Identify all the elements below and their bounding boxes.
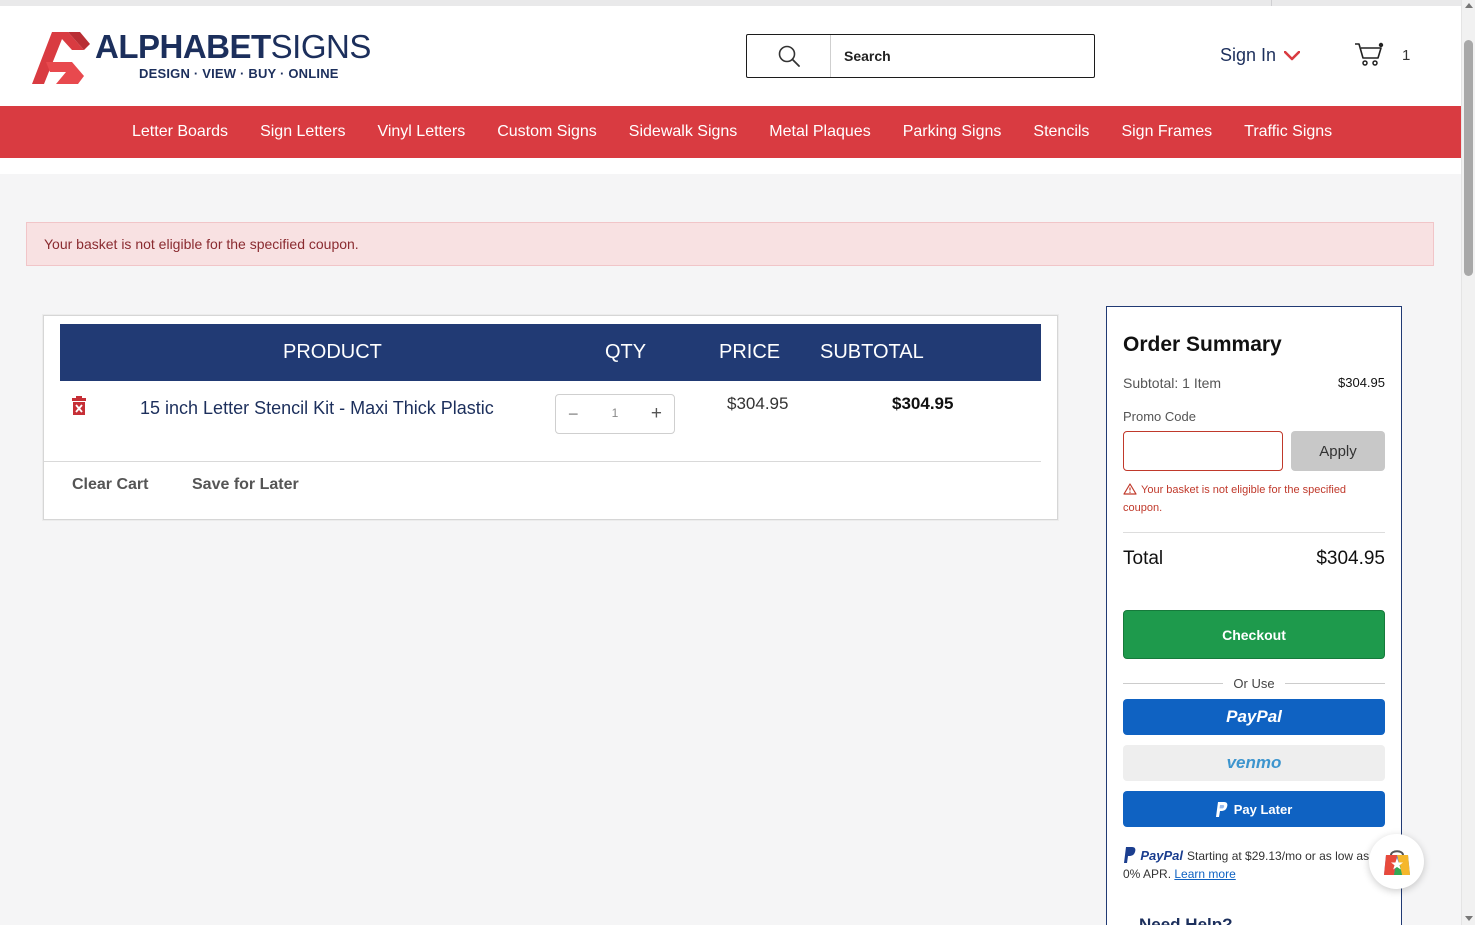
total-value: $304.95 — [1316, 548, 1385, 569]
paypal-monogram-icon — [1124, 847, 1136, 863]
scroll-down-arrow-icon[interactable] — [1465, 916, 1473, 921]
search-input[interactable] — [832, 35, 1094, 77]
cart-count: 1 — [1402, 46, 1411, 64]
need-help-heading: Need Help? — [1139, 915, 1233, 925]
shopping-bag-star-icon — [1383, 849, 1410, 875]
paypal-financing-message: PayPal Starting at $29.13/mo or as low as… — [1123, 847, 1370, 881]
subtotal-value: $304.95 — [1338, 375, 1385, 390]
shopping-cart-icon — [1355, 42, 1384, 66]
cart-table-header: PRODUCT QTY PRICE SUBTOTAL — [60, 324, 1041, 381]
search-icon — [778, 45, 800, 67]
logo-mark-icon — [32, 32, 90, 84]
page-scrollbar[interactable] — [1461, 0, 1475, 925]
remove-item-button[interactable] — [71, 396, 87, 421]
apply-promo-button[interactable]: Apply — [1291, 431, 1385, 471]
paypal-logo-icon — [1215, 801, 1228, 817]
sign-in-label: Sign In — [1220, 45, 1277, 65]
order-summary-title: Order Summary — [1123, 333, 1282, 356]
coupon-error-alert: Your basket is not eligible for the spec… — [26, 222, 1434, 266]
trash-icon — [72, 396, 86, 415]
save-for-later-button[interactable]: Save for Later — [192, 476, 299, 494]
scroll-up-arrow-icon[interactable] — [1465, 3, 1473, 8]
chevron-down-icon — [1284, 50, 1301, 60]
nav-item-sidewalk-signs[interactable]: Sidewalk Signs — [613, 123, 754, 141]
quantity-stepper: − 1 + — [555, 394, 675, 434]
site-header: ALPHABETSIGNS DESIGN · VIEW · BUY · ONLI… — [0, 6, 1461, 106]
learn-more-link[interactable]: Learn more — [1174, 867, 1235, 881]
sign-in-menu[interactable]: Sign In — [1220, 45, 1301, 66]
nav-item-sign-frames[interactable]: Sign Frames — [1105, 123, 1228, 141]
summary-total: Total $304.95 — [1123, 548, 1385, 570]
promo-error-message: Your basket is not eligible for the spec… — [1123, 483, 1347, 514]
shopping-assistant-button[interactable] — [1369, 834, 1424, 889]
order-summary: Order Summary Subtotal: 1 Item $304.95 P… — [1106, 306, 1402, 925]
nav-item-sign-letters[interactable]: Sign Letters — [244, 123, 361, 141]
promo-code-input[interactable] — [1123, 431, 1283, 471]
nav-item-custom-signs[interactable]: Custom Signs — [481, 123, 613, 141]
logo-tagline: DESIGN · VIEW · BUY · ONLINE — [139, 66, 339, 81]
scrollbar-thumb[interactable] — [1464, 40, 1473, 276]
nav-item-vinyl-letters[interactable]: Vinyl Letters — [361, 123, 481, 141]
warning-icon — [1123, 483, 1137, 495]
promo-code-label: Promo Code — [1123, 409, 1196, 424]
nav-item-stencils[interactable]: Stencils — [1017, 123, 1105, 141]
logo-wordmark: ALPHABETSIGNS — [95, 28, 371, 65]
search-button[interactable] — [747, 35, 831, 77]
nav-spacer — [0, 158, 1461, 174]
cart-link[interactable]: 1 — [1354, 42, 1410, 68]
paypal-button[interactable]: PayPal — [1123, 699, 1385, 735]
qty-increase-button[interactable]: + — [651, 403, 662, 425]
column-header-qty: QTY — [605, 341, 647, 363]
cart-item-subtotal: $304.95 — [892, 394, 954, 413]
main-nav: Letter Boards Sign Letters Vinyl Letters… — [0, 106, 1461, 158]
cart-divider — [44, 461, 1041, 462]
clear-cart-button[interactable]: Clear Cart — [72, 476, 148, 494]
total-label: Total — [1123, 548, 1164, 569]
cart-table: PRODUCT QTY PRICE SUBTOTAL 15 inch Lette… — [43, 315, 1058, 520]
cart-item-price: $304.95 — [727, 394, 789, 413]
nav-item-metal-plaques[interactable]: Metal Plaques — [753, 123, 886, 141]
summary-subtotal: Subtotal: 1 Item $304.95 — [1123, 375, 1385, 391]
column-header-subtotal: SUBTOTAL — [820, 341, 924, 363]
column-header-price: PRICE — [719, 341, 781, 363]
pay-later-button[interactable]: Pay Later — [1123, 791, 1385, 827]
search-box — [746, 34, 1095, 78]
nav-item-parking-signs[interactable]: Parking Signs — [887, 123, 1018, 141]
or-use-divider: Or Use — [1123, 676, 1386, 691]
summary-divider — [1123, 532, 1385, 533]
column-header-product: PRODUCT — [283, 341, 382, 363]
subtotal-label: Subtotal: 1 Item — [1123, 375, 1222, 391]
nav-item-letter-boards[interactable]: Letter Boards — [116, 123, 244, 141]
nav-item-traffic-signs[interactable]: Traffic Signs — [1228, 123, 1348, 141]
checkout-button[interactable]: Checkout — [1123, 610, 1385, 659]
venmo-button[interactable]: venmo — [1123, 745, 1385, 781]
cart-item-name[interactable]: 15 inch Letter Stencil Kit - Maxi Thick … — [140, 398, 494, 419]
site-logo[interactable]: ALPHABETSIGNS DESIGN · VIEW · BUY · ONLI… — [32, 28, 392, 86]
